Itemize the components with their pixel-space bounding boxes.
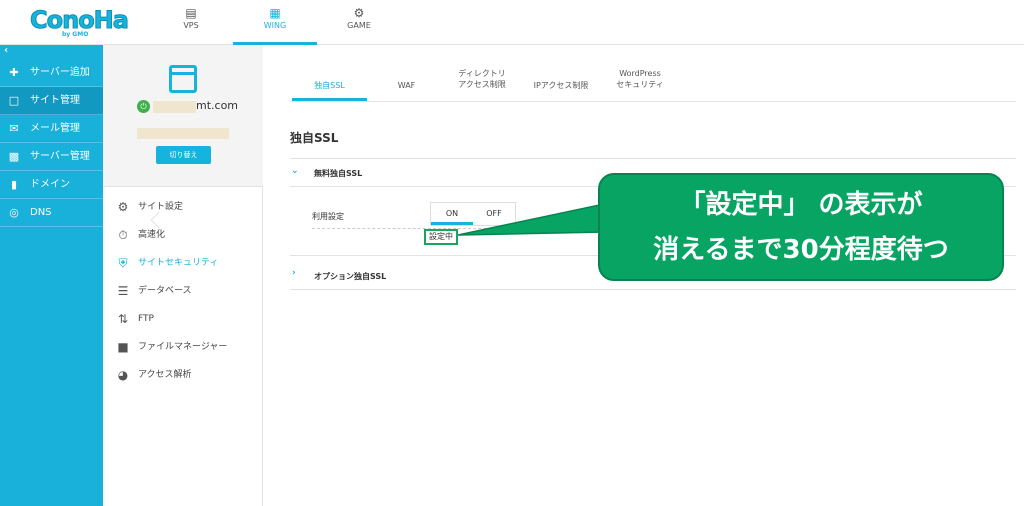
building-icon: ▦ — [269, 6, 281, 20]
chevron-down-icon[interactable]: ⌄ — [291, 166, 299, 176]
tab-game[interactable]: ⚙ GAME — [317, 0, 401, 45]
status-badge: 設定中 — [424, 229, 458, 245]
toggle-off[interactable]: OFF — [473, 203, 515, 225]
globe-icon: ◎ — [9, 206, 19, 219]
server-icon: ▤ — [185, 6, 197, 20]
tab-waf-label: WAF — [397, 81, 416, 90]
window-icon: □ — [8, 94, 20, 107]
tab-vps[interactable]: ▤ VPS — [149, 0, 233, 45]
sidebar-item-label: サーバー追加 — [30, 67, 90, 78]
use-setting-label: 利用設定 — [312, 212, 344, 221]
sidebar-item-domain[interactable]: ▮ ドメイン — [0, 171, 103, 199]
menu-item-label: FTP — [138, 314, 154, 324]
tab-directory-access[interactable]: ディレクトリ アクセス制限 — [446, 67, 518, 101]
tab-vps-label: VPS — [183, 21, 199, 30]
database-icon: ☰ — [117, 284, 129, 298]
site-header: ⏻ mt.com 切り替え — [103, 45, 263, 187]
menu-item-label: ファイルマネージャー — [138, 342, 228, 352]
shield-icon: ⛨ — [118, 256, 128, 270]
sidebar-item-label: DNS — [30, 207, 52, 218]
domain-redaction — [153, 101, 196, 113]
sidebar-item-label: メール管理 — [30, 123, 80, 134]
sidebar-item-label: サイト管理 — [30, 95, 80, 106]
callout-line2: 消えるまで30分程度待つ — [653, 235, 949, 265]
power-status-icon: ⏻ — [137, 100, 150, 113]
tab-directory-line1: ディレクトリ — [458, 69, 506, 78]
menu-item-speedup[interactable]: ⏱ 高速化 — [103, 221, 263, 249]
tabs-divider — [290, 101, 1016, 102]
option-ssl-heading[interactable]: オプション独自SSL — [314, 271, 386, 282]
sidebar-item-site-manage[interactable]: □ サイト管理 — [0, 87, 103, 115]
browser-window-icon — [169, 65, 197, 93]
plus-icon: ✚ — [9, 66, 19, 79]
logo-sub: by GMO — [62, 31, 89, 38]
chevron-right-icon[interactable]: › — [292, 268, 296, 278]
settings-icon: ⚙ — [117, 200, 129, 214]
callout-line1: 「設定中」 の表示が — [679, 190, 923, 220]
top-bar: ConoHa by GMO ▤ VPS ▦ WING ⚙ GAME — [0, 0, 1024, 45]
tab-wing[interactable]: ▦ WING — [233, 0, 317, 45]
page-title: 独自SSL — [290, 131, 339, 145]
menu-item-label: データベース — [138, 286, 192, 296]
tab-directory-line2: アクセス制限 — [458, 80, 506, 89]
switch-site-button[interactable]: 切り替え — [156, 146, 211, 164]
domain-icon: ▮ — [10, 178, 18, 191]
sidebar-item-server-manage[interactable]: ▩ サーバー管理 — [0, 143, 103, 171]
tab-waf[interactable]: WAF — [374, 67, 439, 101]
server-manage-icon: ▩ — [8, 150, 20, 163]
sidebar-item-add-server[interactable]: ✚ サーバー追加 — [0, 59, 103, 87]
menu-item-ftp[interactable]: ⇅ FTP — [103, 305, 263, 333]
mail-icon: ✉ — [9, 122, 19, 135]
sidebar-item-label: ドメイン — [30, 179, 70, 190]
sub-redaction — [137, 128, 229, 139]
menu-item-site-security[interactable]: ⛨ サイトセキュリティ — [103, 249, 263, 277]
tab-wp-line2: セキュリティ — [616, 80, 664, 89]
menu-item-access-analysis[interactable]: ◕ アクセス解析 — [103, 361, 263, 389]
sidebar-item-mail-manage[interactable]: ✉ メール管理 — [0, 115, 103, 143]
free-ssl-heading[interactable]: 無料独自SSL — [314, 168, 362, 179]
annotation-callout: 「設定中」 の表示が 消えるまで30分程度待つ — [598, 173, 1004, 281]
sidebar: ‹ ✚ サーバー追加 □ サイト管理 ✉ メール管理 ▩ サーバー管理 ▮ ドメ… — [0, 45, 103, 506]
ssl-toggle: ON OFF — [430, 202, 516, 226]
menu-item-label: アクセス解析 — [138, 370, 192, 380]
menu-item-site-settings[interactable]: ⚙ サイト設定 — [103, 193, 263, 221]
tab-ssl-label: 独自SSL — [314, 81, 345, 90]
tab-wp-line1: WordPress — [619, 69, 661, 78]
sidebar-item-dns[interactable]: ◎ DNS — [0, 199, 103, 227]
site-panel: ⏻ mt.com 切り替え ⚙ サイト設定 ⏱ 高速化 ⛨ サイトセキュリティ … — [103, 45, 263, 506]
tab-ssl[interactable]: 独自SSL — [292, 67, 367, 101]
divider — [290, 289, 1016, 290]
tab-wordpress-security[interactable]: WordPress セキュリティ — [604, 67, 676, 101]
tab-wing-label: WING — [263, 21, 287, 30]
tab-ip-label: IPアクセス制限 — [533, 81, 589, 90]
menu-item-label: サイトセキュリティ — [138, 258, 219, 268]
pie-chart-icon: ◕ — [117, 368, 129, 382]
site-domain: mt.com — [196, 99, 239, 112]
menu-item-file-manager[interactable]: ■ ファイルマネージャー — [103, 333, 263, 361]
sidebar-item-label: サーバー管理 — [30, 151, 90, 162]
transfer-icon: ⇅ — [117, 312, 129, 326]
menu-item-database[interactable]: ☰ データベース — [103, 277, 263, 305]
tab-game-label: GAME — [347, 21, 371, 30]
chevron-left-icon[interactable]: ‹ — [4, 45, 8, 56]
stopwatch-icon: ⏱ — [118, 228, 128, 242]
toggle-on[interactable]: ON — [431, 203, 473, 225]
divider — [290, 158, 1016, 159]
folder-icon: ■ — [117, 340, 129, 354]
tab-ip-access[interactable]: IPアクセス制限 — [526, 67, 596, 101]
gamepad-icon: ⚙ — [353, 6, 365, 20]
